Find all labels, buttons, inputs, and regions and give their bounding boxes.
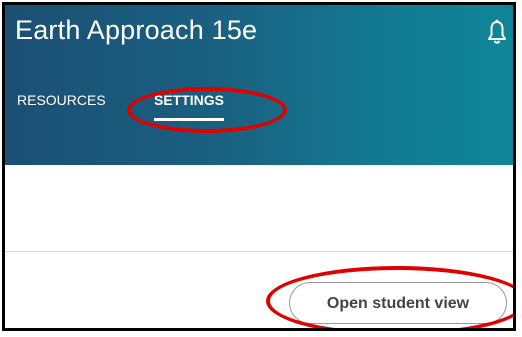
tab-resources-label: RESOURCES bbox=[17, 92, 106, 108]
app-window: Earth Approach 15e RESOURCES SETTINGS Op… bbox=[2, 2, 516, 331]
student-view-highlight-circle bbox=[266, 266, 513, 328]
section-divider bbox=[5, 251, 513, 252]
course-header: Earth Approach 15e RESOURCES SETTINGS bbox=[5, 5, 513, 165]
course-title: Earth Approach 15e bbox=[15, 15, 258, 45]
settings-highlight-circle bbox=[127, 87, 287, 133]
bell-icon[interactable] bbox=[487, 19, 507, 45]
tab-resources[interactable]: RESOURCES bbox=[17, 92, 106, 108]
